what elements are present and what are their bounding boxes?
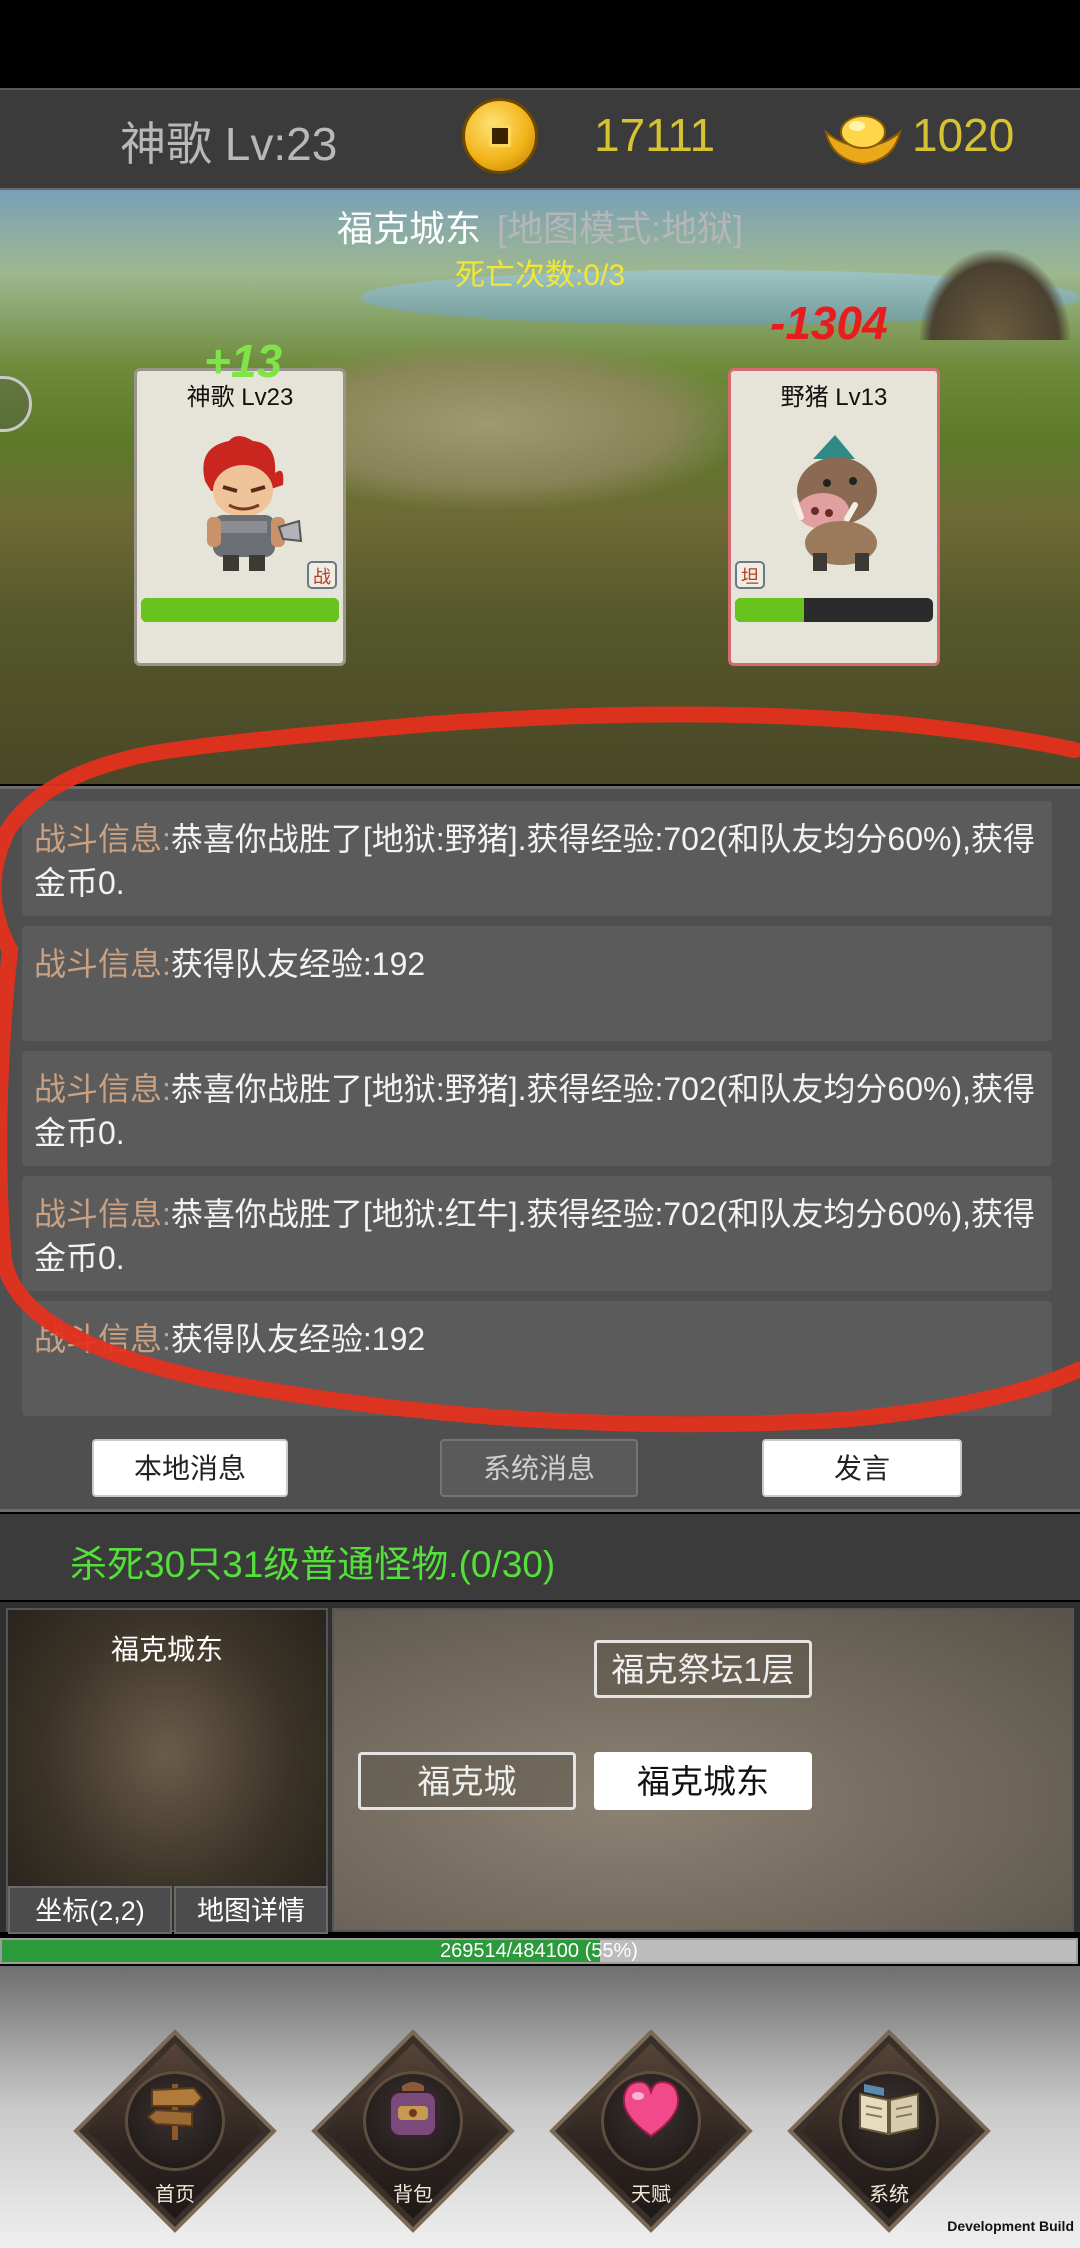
location-fuke-city-button[interactable]: 福克城 [358, 1752, 576, 1810]
nav-system-label: 系统 [869, 2182, 909, 2206]
boar-portrait [792, 435, 877, 571]
nav-system-button[interactable]: 系统 [784, 2026, 994, 2236]
scene-side-button[interactable] [0, 376, 32, 432]
player-hp-fill [141, 598, 339, 622]
message-text: 恭喜你战胜了[地狱:野猪].获得经验:702(和队友均分60%),获得金币0. [34, 821, 1036, 901]
enemy-role-tag: 坦 [735, 561, 765, 589]
experience-bar: 269514/484100 (55%) [0, 1938, 1078, 1964]
quest-bar[interactable]: 杀死30只31级普通怪物.(0/30) [0, 1514, 1080, 1600]
nav-home-button[interactable]: 首页 [70, 2026, 280, 2236]
message-prefix: 战斗信息: [34, 821, 171, 857]
warrior-portrait [203, 436, 303, 571]
coin-icon [462, 98, 538, 174]
chat-message: 战斗信息:恭喜你战胜了[地狱:野猪].获得经验:702(和队友均分60%),获得… [22, 801, 1052, 916]
message-text: 恭喜你战胜了[地狱:野猪].获得经验:702(和队友均分60%),获得金币0. [34, 1071, 1036, 1151]
chat-panel[interactable]: 战斗信息:恭喜你战胜了[地狱:野猪].获得经验:702(和队友均分60%),获得… [0, 786, 1080, 1512]
message-prefix: 战斗信息: [34, 946, 171, 982]
enemy-hp-bar [735, 598, 933, 622]
gold-amount: 17111 [594, 109, 716, 161]
message-text: 获得队友经验:192 [170, 1321, 426, 1357]
top-status-bar: 神歌 Lv:23 17111 1020 [0, 88, 1080, 191]
tab-local-messages[interactable]: 本地消息 [92, 1439, 288, 1497]
message-text: 获得队友经验:192 [170, 946, 426, 982]
ingot-amount: 1020 [912, 109, 1015, 161]
world-map: 福克祭坛1层 福克城 福克城东 [332, 1608, 1074, 1932]
map-mode: [地图模式:地狱] [497, 208, 744, 249]
player-card[interactable]: 神歌 Lv23 战 [134, 368, 346, 666]
minimap-title: 福克城东 [110, 1634, 223, 1665]
message-prefix: 战斗信息: [34, 1321, 171, 1357]
bottom-navigation: 首页 背包 天赋 系统 Development Build [0, 1966, 1080, 2248]
chat-message: 战斗信息:恭喜你战胜了[地狱:红牛].获得经验:702(和队友均分60%),获得… [22, 1176, 1052, 1291]
open-book-icon [859, 2084, 919, 2136]
death-count: 死亡次数:0/3 [454, 259, 626, 292]
enemy-hp-fill [735, 598, 805, 622]
nav-talent-button[interactable]: 天赋 [546, 2026, 756, 2236]
chat-message: 战斗信息:获得队友经验:192 [22, 926, 1052, 1041]
development-build-label: Development Build [947, 2218, 1074, 2234]
message-text: 恭喜你战胜了[地狱:红牛].获得经验:702(和队友均分60%),获得金币0. [34, 1196, 1036, 1276]
speak-button[interactable]: 发言 [762, 1439, 962, 1497]
nav-talent-label: 天赋 [631, 2182, 671, 2206]
nav-home-label: 首页 [155, 2182, 195, 2206]
enemy-label: 野猪 Lv13 [780, 384, 888, 411]
damage-float-text: -1304 [770, 297, 888, 349]
gold-ingot-icon [824, 115, 902, 166]
message-prefix: 战斗信息: [34, 1196, 171, 1232]
signpost-icon [146, 2084, 204, 2140]
chat-message: 战斗信息:获得队友经验:192 [22, 1301, 1052, 1416]
enemy-card[interactable]: 野猪 Lv13 坦 [728, 368, 940, 666]
player-role-tag: 战 [307, 561, 337, 589]
nav-bag-button[interactable]: 背包 [308, 2026, 518, 2236]
map-details-button[interactable]: 地图详情 [174, 1886, 328, 1934]
player-name-level: 神歌 Lv:23 [120, 118, 338, 170]
tab-system-messages[interactable]: 系统消息 [440, 1439, 638, 1497]
message-prefix: 战斗信息: [34, 1071, 171, 1107]
player-hp-bar [141, 598, 339, 622]
quest-objective[interactable]: 杀死30只31级普通怪物.(0/30) [70, 1534, 555, 1588]
nav-bag-label: 背包 [393, 2182, 433, 2206]
location-fuke-east-button[interactable]: 福克城东 [594, 1752, 812, 1810]
backpack-icon [389, 2082, 437, 2137]
coordinates-button[interactable]: 坐标(2,2) [8, 1886, 172, 1934]
minimap[interactable]: 福克城东 坐标(2,2) 地图详情 [6, 1608, 328, 1934]
chat-message: 战斗信息:恭喜你战胜了[地狱:野猪].获得经验:702(和队友均分60%),获得… [22, 1051, 1052, 1166]
battle-scene: 福克城东 [地图模式:地狱] 死亡次数:0/3 神歌 Lv23 战 +13 野猪 … [0, 190, 1080, 784]
location-altar-button[interactable]: 福克祭坛1层 [594, 1640, 812, 1698]
experience-text: 269514/484100 (55%) [440, 1940, 638, 1962]
heal-float-text: +13 [204, 335, 283, 387]
map-name: 福克城东 [336, 208, 481, 249]
heart-icon [622, 2080, 680, 2138]
map-section: 福克城东 坐标(2,2) 地图详情 福克祭坛1层 福克城 福克城东 [0, 1602, 1080, 1934]
map-title: 福克城东 [地图模式:地狱] [0, 200, 1080, 252]
